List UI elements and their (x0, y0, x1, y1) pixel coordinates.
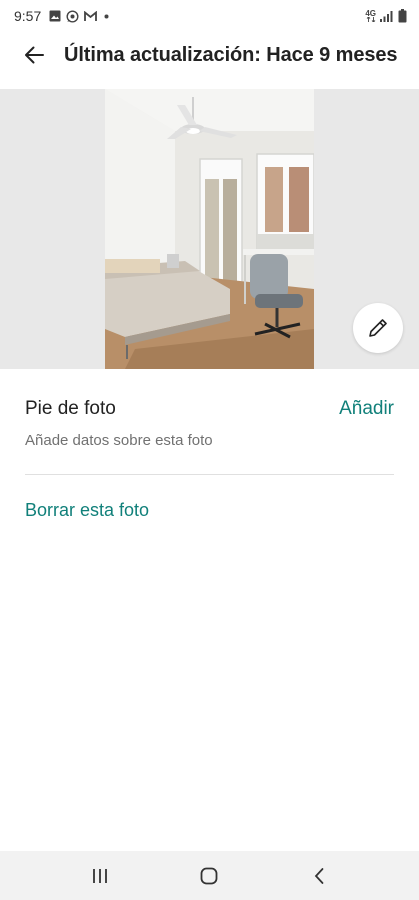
home-icon (200, 867, 218, 885)
dot-icon (102, 10, 110, 23)
status-bar: 9:57 4G (0, 0, 419, 32)
back-button[interactable] (10, 32, 58, 78)
delete-photo-link[interactable]: Borrar esta foto (25, 500, 149, 521)
caption-help-text: Añade datos sobre esta foto (25, 432, 213, 449)
add-caption-link[interactable]: Añadir (339, 398, 394, 420)
status-time: 9:57 (14, 8, 42, 24)
caption-title: Pie de foto (25, 398, 116, 419)
app-bar: Última actualización: Hace 9 meses (0, 32, 419, 78)
recent-apps-icon (91, 868, 109, 884)
gmail-icon (84, 10, 98, 23)
status-left: 9:57 (14, 8, 110, 24)
pencil-icon (367, 317, 389, 339)
room-photo[interactable] (105, 89, 314, 369)
system-nav-bar (0, 851, 419, 900)
gallery-icon (48, 10, 61, 23)
divider (25, 474, 394, 475)
signal-icon (380, 10, 394, 22)
page-title: Última actualización: Hace 9 meses (64, 43, 398, 66)
arrow-left-icon (24, 46, 44, 64)
caption-row: Pie de foto Añadir (25, 398, 394, 420)
battery-icon (398, 9, 407, 23)
system-back-button[interactable] (289, 856, 349, 896)
home-button[interactable] (179, 856, 239, 896)
back-icon (313, 867, 325, 885)
whatsapp-icon (66, 9, 79, 23)
status-right: 4G (365, 9, 407, 23)
edit-photo-button[interactable] (353, 303, 403, 353)
recent-apps-button[interactable] (70, 856, 130, 896)
photo-area (0, 89, 419, 369)
4g-icon: 4G (365, 10, 376, 22)
